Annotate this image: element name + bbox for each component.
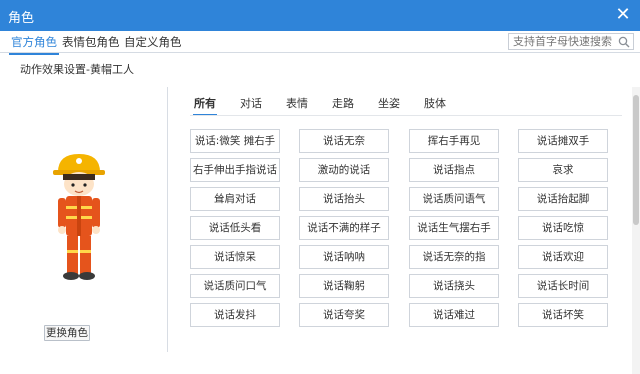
action-button[interactable]: 说话低头看 [190,216,280,240]
settings-subtitle: 动作效果设置-黄帽工人 [20,63,134,76]
action-grid: 说话:微笑 摊右手 说话无奈 挥右手再见 说话摊双手右手伸出手指说话 激动的说话 说话指点… [190,129,610,341]
action-button[interactable]: 说话惊呆 [190,245,280,269]
action-button[interactable]: 说话夸奖 [299,303,389,327]
action-button[interactable]: 激动的说话 [299,158,389,182]
action-button[interactable]: 说话质问语气 [409,187,499,211]
action-button[interactable]: 说话挠头 [409,274,499,298]
action-button[interactable]: 耸肩对话 [190,187,280,211]
tab-custom-roles[interactable]: 自定义角色 [124,34,182,50]
search-icon[interactable] [618,36,630,48]
action-button[interactable]: 挥右手再见 [409,129,499,153]
action-button[interactable]: 说话鞠躬 [299,274,389,298]
action-button[interactable]: 右手伸出手指说话 [190,158,280,182]
search-box[interactable] [508,33,634,50]
action-button[interactable]: 说话难过 [409,303,499,327]
action-button[interactable]: 说话指点 [409,158,499,182]
action-button[interactable]: 说话:微笑 摊右手 [190,129,280,153]
search-input[interactable] [509,34,615,49]
action-button[interactable]: 说话吃惊 [518,216,608,240]
category-all[interactable]: 所有 [193,95,217,116]
close-icon[interactable]: ✕ [612,4,634,26]
action-button[interactable]: 说话质问口气 [190,274,280,298]
change-role-button[interactable]: 更换角色 [44,325,90,341]
action-button[interactable]: 说话摊双手 [518,129,608,153]
category-sitting[interactable]: 坐姿 [378,95,400,111]
tab-emoji-roles[interactable]: 表情包角色 [62,34,120,50]
action-button[interactable]: 说话坏笑 [518,303,608,327]
category-body[interactable]: 肢体 [424,95,446,111]
action-button[interactable]: 说话发抖 [190,303,280,327]
action-button[interactable]: 说话生气摆右手 [409,216,499,240]
window-title: 角色 [8,11,35,26]
worker-character-image [53,154,105,280]
title-bar: 角色 ✕ [0,0,640,31]
action-button[interactable]: 说话不满的样子 [299,216,389,240]
tab-official-roles[interactable]: 官方角色 [9,34,59,55]
action-button[interactable]: 说话抬头 [299,187,389,211]
category-expression[interactable]: 表情 [286,95,308,111]
scrollbar[interactable] [632,87,640,374]
action-button[interactable]: 说话长时间 [518,274,608,298]
action-button[interactable]: 说话无奈 [299,129,389,153]
action-button[interactable]: 说话呐呐 [299,245,389,269]
action-button[interactable]: 哀求 [518,158,608,182]
action-button[interactable]: 说话抬起脚 [518,187,608,211]
action-button[interactable]: 说话无奈的指 [409,245,499,269]
scrollbar-thumb[interactable] [633,95,639,225]
divider [167,87,168,352]
action-button[interactable]: 说话欢迎 [518,245,608,269]
category-underline [190,115,622,116]
tab-bar: 官方角色 表情包角色 自定义角色 [0,31,640,55]
category-walk[interactable]: 走路 [332,95,354,111]
category-dialog[interactable]: 对话 [240,95,262,111]
